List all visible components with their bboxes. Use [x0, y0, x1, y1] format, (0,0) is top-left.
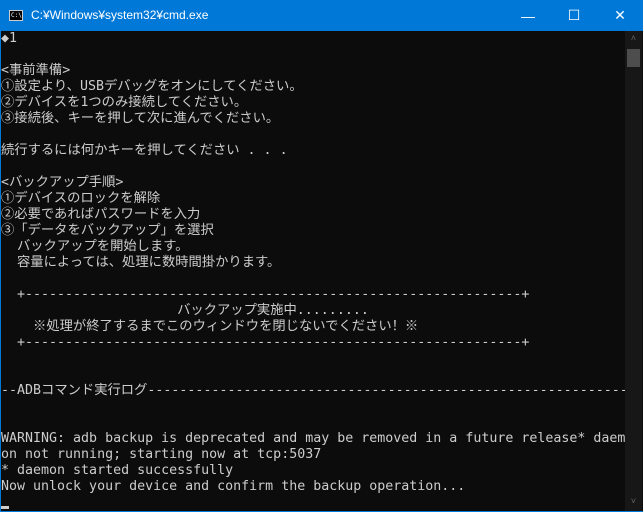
console-line: WARNING: adb backup is deprecated and ma… [1, 431, 625, 446]
window-border [0, 31, 1, 512]
scroll-down-arrow-icon[interactable]: ˅ [625, 494, 642, 511]
console-line: +---------------------------------------… [1, 335, 530, 350]
console-line: ②デバイスを1つのみ接続してください。 [1, 95, 248, 110]
console-line: ①設定より、USBデバッグをオンにしてください。 [1, 79, 303, 94]
title-bar[interactable]: C:\ C:¥Windows¥system32¥cmd.exe — ☐ ✕ [0, 0, 643, 31]
close-button[interactable]: ✕ [597, 0, 643, 31]
console-line: 続行するには何かキーを押してください . . . [1, 143, 288, 158]
cmd-app-icon[interactable]: C:\ [9, 10, 23, 21]
console-line: on not running; starting now at tcp:5037 [1, 447, 322, 462]
text-cursor [1, 506, 9, 509]
vertical-scrollbar[interactable]: ˄ ˅ [625, 31, 642, 511]
console-line: <事前準備> [1, 63, 71, 78]
console-line: ①デバイスのロックを解除 [1, 191, 161, 206]
console-cursor-line [1, 495, 625, 511]
console-line: 容量によっては、処理に数時間掛かります。 [1, 255, 281, 270]
window-title: C:¥Windows¥system32¥cmd.exe [31, 8, 209, 22]
console-line: ※処理が終了するまでこのウィンドウを閉じないでください！※ [1, 319, 419, 334]
maximize-button[interactable]: ☐ [551, 0, 597, 31]
console-line: --ADBコマンド実行ログ---------------------------… [1, 383, 625, 398]
minimize-button[interactable]: — [505, 0, 551, 31]
console-line: Now unlock your device and confirm the b… [1, 479, 466, 494]
console-line: バックアップを開始します。 [1, 239, 189, 254]
console-line: <バックアップ手順> [1, 175, 124, 190]
scroll-thumb[interactable] [627, 49, 640, 67]
console-line: ◆1 [1, 31, 18, 46]
console-line: ②必要であればパスワードを入力 [1, 207, 201, 222]
console-line: +---------------------------------------… [1, 287, 530, 302]
console-line: バックアップ実施中......... [1, 303, 369, 318]
console-line: * daemon started successfully [1, 463, 234, 478]
console-line: ③「データをバックアップ」を選択 [1, 223, 214, 238]
console-output[interactable]: ◆1 <事前準備> ①設定より、USBデバッグをオンにしてください。 ②デバイスを1つ… [1, 31, 625, 511]
console-line: ③接続後、キーを押して次に進んでください。 [1, 111, 280, 126]
scroll-up-arrow-icon[interactable]: ˄ [625, 31, 642, 48]
